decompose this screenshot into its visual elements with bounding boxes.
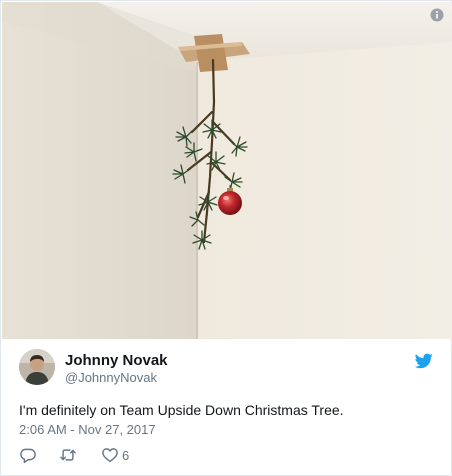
tweet-card: Johnny Novak @JohnnyNovak I'm definitely…	[0, 0, 452, 476]
upside-down-tree-photo	[2, 2, 452, 339]
tweet-timestamp[interactable]: 2:06 AM - Nov 27, 2017	[19, 422, 156, 437]
tweet-photo[interactable]	[2, 2, 452, 339]
reply-button[interactable]	[19, 445, 37, 465]
tweet-author: Johnny Novak @JohnnyNovak	[19, 349, 439, 389]
twitter-bird-icon[interactable]	[415, 353, 433, 369]
avatar[interactable]	[19, 349, 55, 385]
author-handle[interactable]: @JohnnyNovak	[65, 370, 157, 385]
retweet-icon	[60, 449, 76, 461]
like-button[interactable]: 6	[101, 445, 129, 465]
retweet-button[interactable]	[59, 445, 77, 465]
author-name[interactable]: Johnny Novak	[65, 352, 168, 369]
reply-icon	[20, 448, 36, 464]
heart-icon	[102, 448, 118, 463]
like-count: 6	[122, 447, 130, 463]
tweet-text: I'm definitely on Team Upside Down Chris…	[19, 402, 344, 418]
info-icon[interactable]	[430, 8, 444, 22]
tweet-actions: 6	[19, 445, 219, 465]
